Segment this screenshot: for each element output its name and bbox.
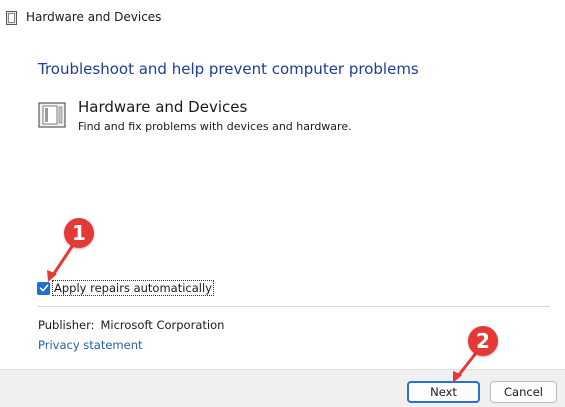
- item-title: Hardware and Devices: [78, 98, 248, 116]
- footer-bar: [0, 369, 565, 407]
- publisher-label: Publisher:: [38, 318, 95, 332]
- window-title: Hardware and Devices: [26, 10, 162, 24]
- hardware-device-icon: [38, 102, 66, 128]
- privacy-statement-link[interactable]: Privacy statement: [38, 338, 143, 352]
- annotation-marker-1: 1: [64, 218, 94, 248]
- checkmark-icon: [39, 284, 48, 292]
- annotation-marker-2: 2: [468, 326, 498, 356]
- app-icon: [6, 11, 17, 25]
- troubleshooter-window: Hardware and Devices Troubleshoot and he…: [0, 0, 565, 407]
- cancel-button[interactable]: Cancel: [490, 381, 557, 403]
- item-description: Find and fix problems with devices and h…: [78, 120, 352, 133]
- publisher-info: Publisher: Microsoft Corporation: [38, 318, 224, 332]
- page-heading: Troubleshoot and help prevent computer p…: [38, 60, 419, 78]
- next-button[interactable]: Next: [407, 381, 480, 403]
- title-bar: Hardware and Devices: [0, 0, 565, 36]
- publisher-value: Microsoft Corporation: [100, 318, 225, 332]
- apply-repairs-checkbox[interactable]: [37, 281, 50, 295]
- apply-repairs-row[interactable]: Apply repairs automatically: [37, 280, 214, 296]
- arrow-1-line: [51, 243, 75, 277]
- divider: [38, 306, 550, 307]
- apply-repairs-label[interactable]: Apply repairs automatically: [52, 280, 214, 296]
